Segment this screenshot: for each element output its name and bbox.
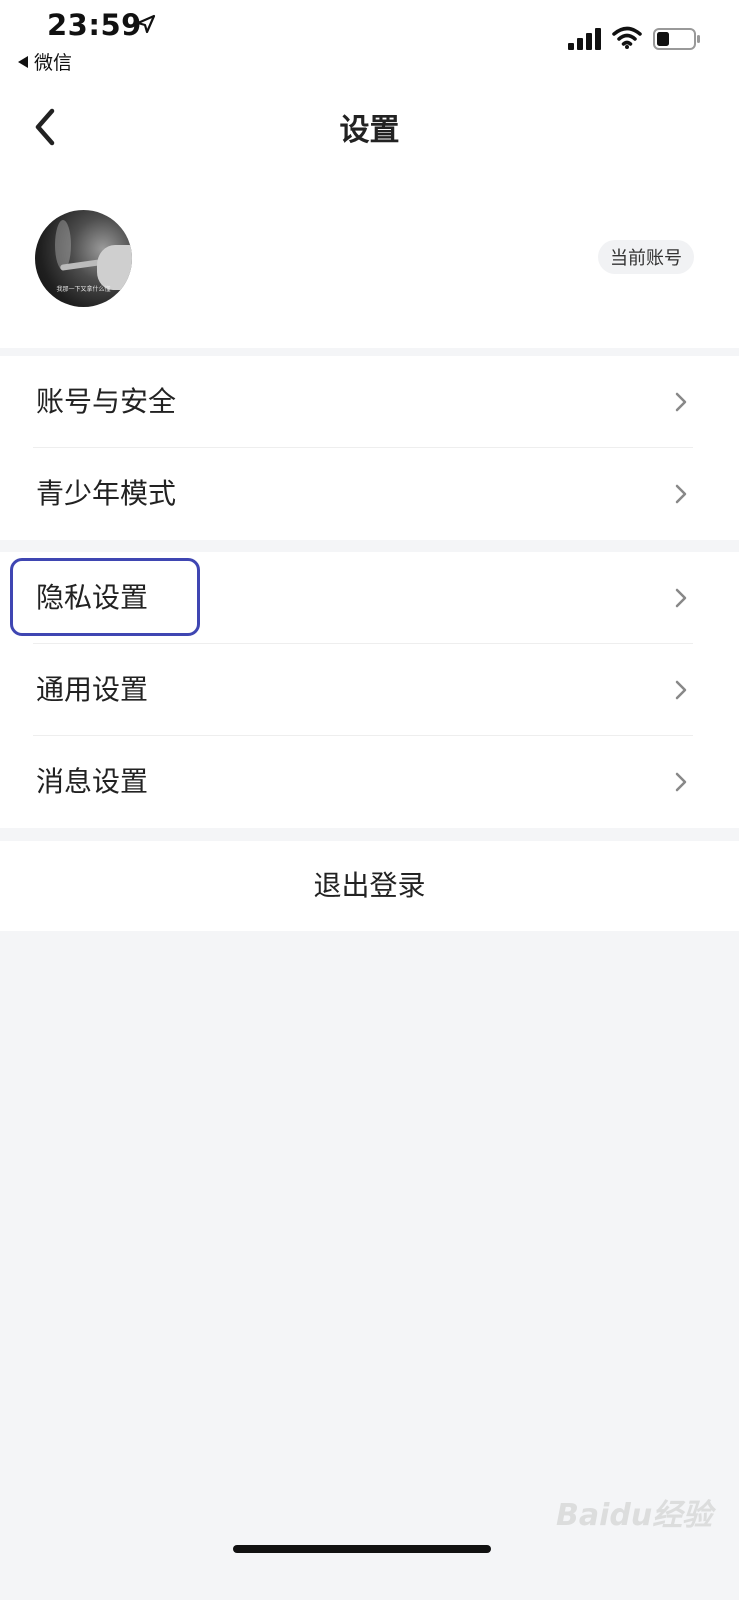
row-label: 消息设置 (36, 765, 149, 798)
row-privacy-settings[interactable]: 隐私设置 (0, 552, 739, 644)
chevron-right-icon (675, 772, 687, 792)
cellular-signal-icon (568, 28, 601, 50)
battery-icon (653, 28, 700, 50)
row-message-settings[interactable]: 消息设置 (0, 736, 739, 828)
row-label: 账号与安全 (36, 385, 177, 418)
wifi-icon (612, 26, 642, 49)
back-triangle-icon (18, 55, 28, 68)
chevron-right-icon (675, 588, 687, 608)
back-app-label: 微信 (34, 52, 73, 74)
row-label: 青少年模式 (36, 477, 177, 510)
chevron-right-icon (675, 680, 687, 700)
avatar[interactable]: 我那一下又拿什么懂 (35, 210, 132, 307)
avatar-caption: 我那一下又拿什么懂 (56, 286, 111, 293)
row-account-security[interactable]: 账号与安全 (0, 356, 739, 448)
baidu-watermark: Baidu经验 (556, 1498, 713, 1533)
status-time: 23:59 (47, 8, 142, 42)
chevron-right-icon (675, 484, 687, 504)
chevron-right-icon (675, 392, 687, 412)
row-label: 隐私设置 (36, 581, 149, 614)
back-to-app-link[interactable]: 微信 (18, 48, 72, 75)
current-account-badge: 当前账号 (598, 240, 694, 274)
settings-group-account: 账号与安全 青少年模式 (0, 356, 739, 540)
logout-button[interactable]: 退出登录 (0, 841, 739, 931)
location-arrow-icon (136, 14, 156, 34)
row-teen-mode[interactable]: 青少年模式 (0, 448, 739, 540)
home-indicator (233, 1545, 491, 1553)
settings-group-general: 隐私设置 通用设置 消息设置 (0, 552, 739, 828)
page-title: 设置 (339, 113, 400, 148)
row-label: 通用设置 (36, 673, 149, 706)
row-general-settings[interactable]: 通用设置 (0, 644, 739, 736)
